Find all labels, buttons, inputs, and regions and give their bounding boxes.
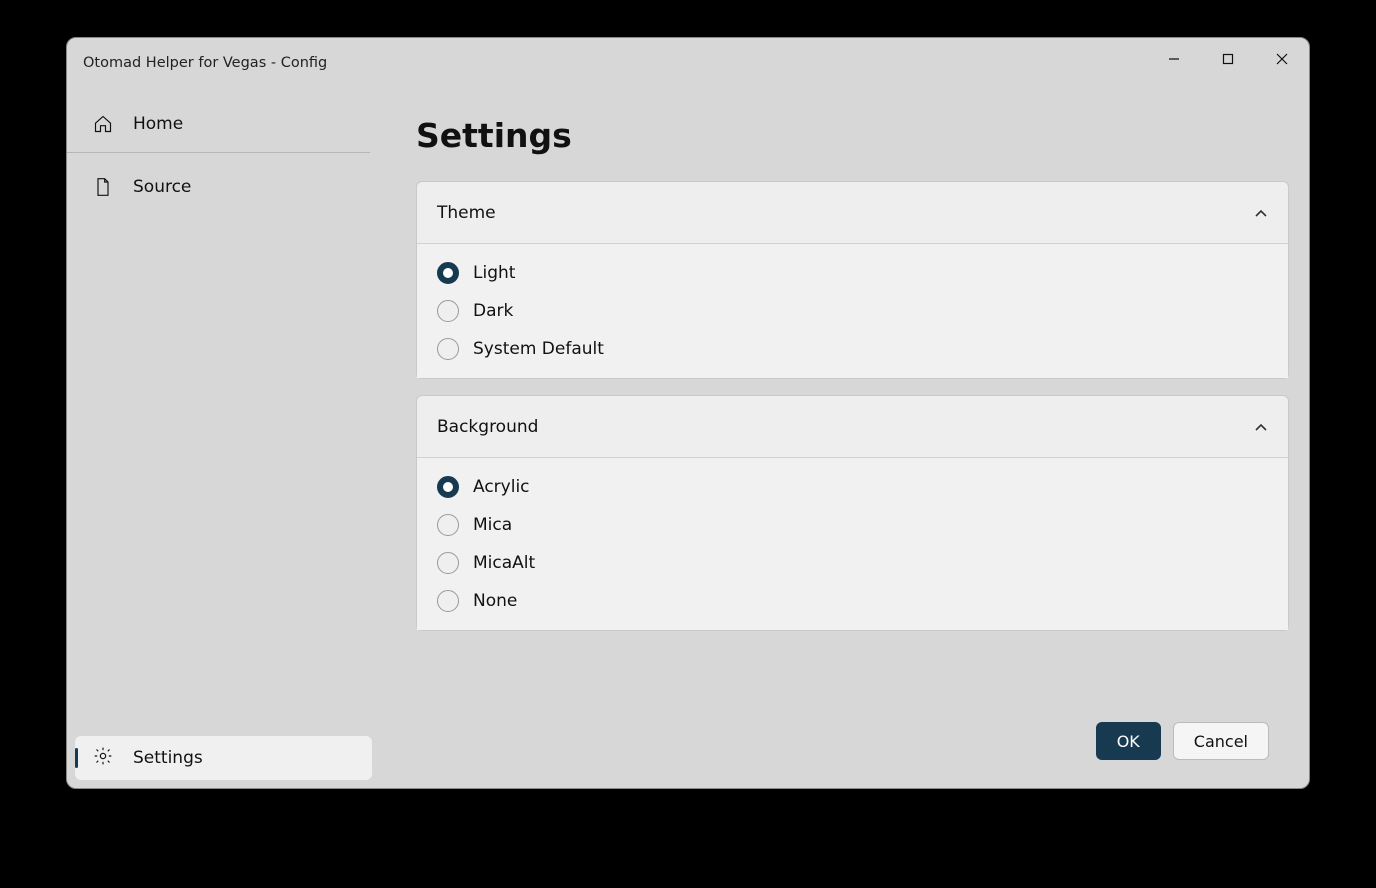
- ok-button[interactable]: OK: [1096, 722, 1161, 760]
- radio-icon: [437, 338, 459, 360]
- home-icon: [93, 114, 113, 134]
- button-label: OK: [1117, 732, 1140, 751]
- button-label: Cancel: [1194, 732, 1248, 751]
- sidebar: Home Source Settings: [67, 88, 380, 788]
- radio-icon: [437, 514, 459, 536]
- close-icon: [1276, 53, 1288, 65]
- sidebar-item-home[interactable]: Home: [67, 100, 380, 148]
- maximize-button[interactable]: [1201, 38, 1255, 80]
- radio-label: Acrylic: [473, 477, 530, 497]
- radio-bg-acrylic[interactable]: Acrylic: [437, 476, 1268, 498]
- sidebar-item-label: Settings: [133, 748, 203, 768]
- card-theme-body: Light Dark System Default: [417, 244, 1288, 378]
- radio-label: Mica: [473, 515, 512, 535]
- cancel-button[interactable]: Cancel: [1173, 722, 1269, 760]
- gear-icon: [93, 746, 113, 771]
- card-title: Theme: [437, 203, 496, 223]
- page-title: Settings: [416, 116, 1289, 155]
- radio-icon: [437, 552, 459, 574]
- sidebar-divider: [67, 152, 370, 153]
- radio-icon: [437, 590, 459, 612]
- body: Home Source Settings Settings The: [67, 88, 1309, 788]
- radio-theme-system[interactable]: System Default: [437, 338, 1268, 360]
- card-theme: Theme Light Dark: [416, 181, 1289, 379]
- document-icon: [93, 177, 113, 197]
- minimize-button[interactable]: [1147, 38, 1201, 80]
- sidebar-item-settings[interactable]: Settings: [75, 736, 372, 780]
- radio-label: None: [473, 591, 517, 611]
- radio-label: System Default: [473, 339, 604, 359]
- card-title: Background: [437, 417, 538, 437]
- sidebar-item-source[interactable]: Source: [67, 163, 380, 211]
- radio-label: Dark: [473, 301, 513, 321]
- radio-theme-dark[interactable]: Dark: [437, 300, 1268, 322]
- maximize-icon: [1222, 53, 1234, 65]
- main: Settings Theme Light Dark: [380, 88, 1309, 788]
- sidebar-item-label: Home: [133, 114, 183, 134]
- window-title: Otomad Helper for Vegas - Config: [83, 55, 327, 71]
- radio-bg-micaalt[interactable]: MicaAlt: [437, 552, 1268, 574]
- window: Otomad Helper for Vegas - Config Home: [66, 37, 1310, 789]
- sidebar-item-label: Source: [133, 177, 191, 197]
- card-background: Background Acrylic Mica: [416, 395, 1289, 631]
- card-background-body: Acrylic Mica MicaAlt None: [417, 458, 1288, 630]
- radio-label: MicaAlt: [473, 553, 535, 573]
- chevron-up-icon: [1254, 420, 1268, 434]
- close-button[interactable]: [1255, 38, 1309, 80]
- titlebar: Otomad Helper for Vegas - Config: [67, 38, 1309, 88]
- radio-icon: [437, 262, 459, 284]
- footer: OK Cancel: [416, 708, 1289, 776]
- radio-label: Light: [473, 263, 515, 283]
- radio-bg-none[interactable]: None: [437, 590, 1268, 612]
- window-controls: [1147, 38, 1309, 80]
- radio-icon: [437, 300, 459, 322]
- chevron-up-icon: [1254, 206, 1268, 220]
- minimize-icon: [1168, 53, 1180, 65]
- radio-icon: [437, 476, 459, 498]
- radio-bg-mica[interactable]: Mica: [437, 514, 1268, 536]
- card-background-header[interactable]: Background: [417, 396, 1288, 458]
- radio-theme-light[interactable]: Light: [437, 262, 1268, 284]
- card-theme-header[interactable]: Theme: [417, 182, 1288, 244]
